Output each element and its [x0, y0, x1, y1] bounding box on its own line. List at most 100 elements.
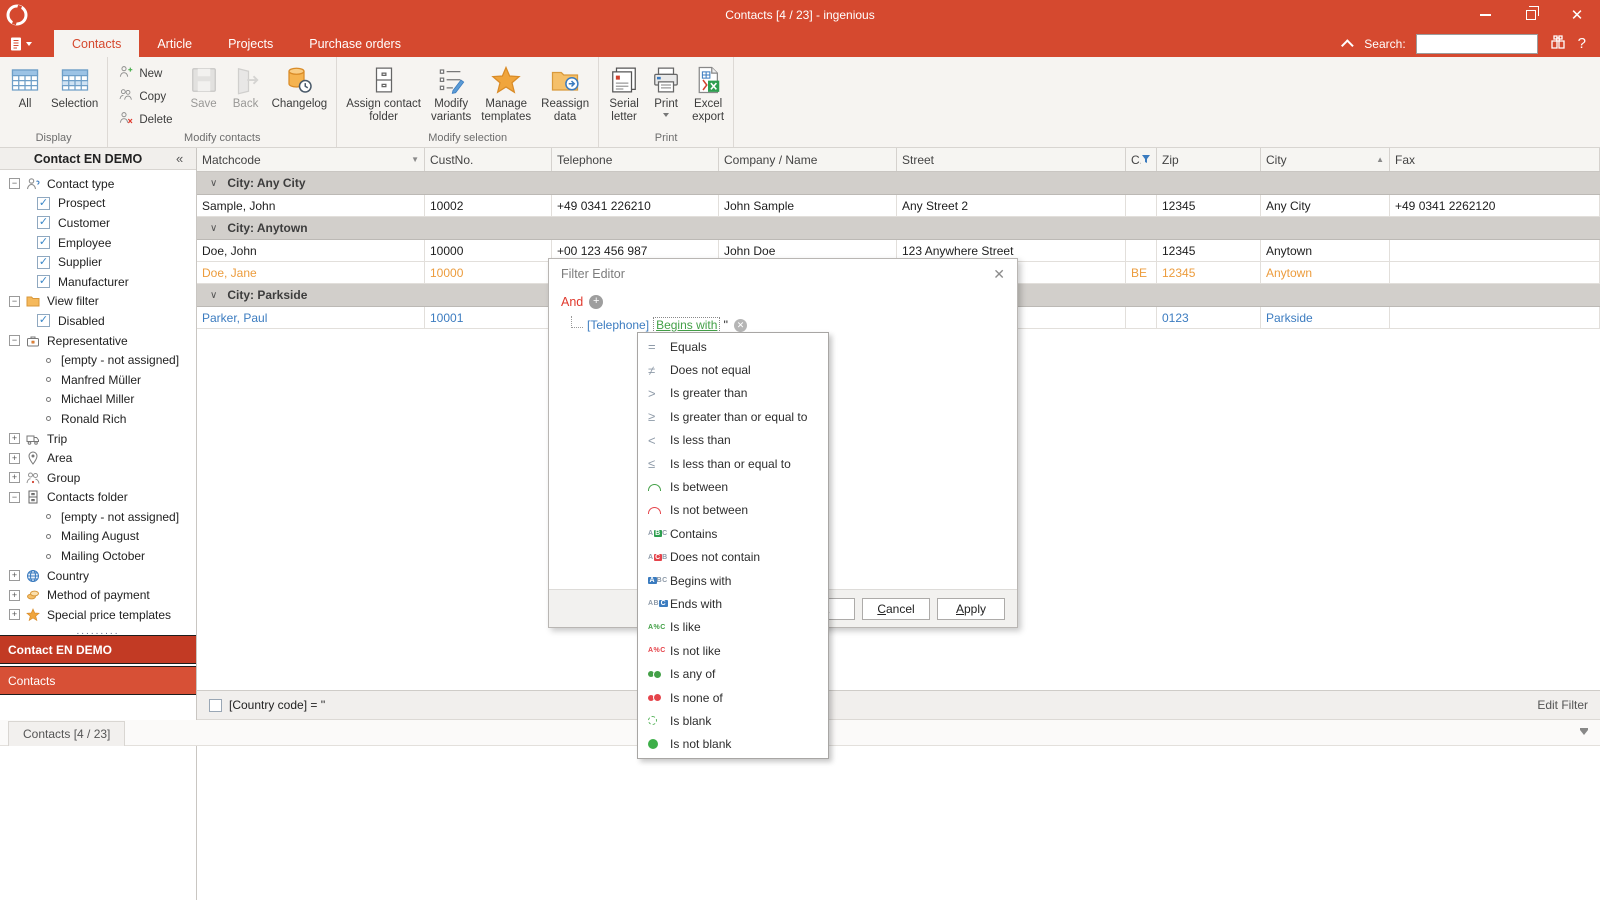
sidebar-item-view-filter[interactable]: −View filter: [0, 292, 196, 312]
sidebar-item-group[interactable]: +Group: [0, 468, 196, 488]
edit-filter-link[interactable]: Edit Filter: [1537, 698, 1588, 712]
close-button[interactable]: ✕: [1554, 0, 1600, 30]
expand-icon[interactable]: +: [9, 590, 20, 601]
column-header-fax[interactable]: Fax: [1390, 148, 1600, 171]
tab-list-dropdown-icon[interactable]: [1580, 730, 1588, 735]
column-header-matchcode[interactable]: Matchcode▼: [197, 148, 425, 171]
menu-item-contains[interactable]: ABCContains: [638, 522, 828, 545]
sidebar-item-michael-miller[interactable]: Michael Miller: [0, 390, 196, 410]
group-collapse-icon[interactable]: ∨: [210, 290, 217, 301]
collapse-icon[interactable]: −: [9, 335, 20, 346]
help-button[interactable]: ?: [1578, 35, 1586, 52]
checkbox-prospect[interactable]: ✓: [37, 197, 50, 210]
sidebar-collapse-icon[interactable]: «: [176, 151, 196, 166]
column-header-custno[interactable]: CustNo.: [425, 148, 552, 171]
filter-enable-checkbox[interactable]: [209, 699, 222, 712]
collapse-icon[interactable]: −: [9, 492, 20, 503]
condition-value[interactable]: '': [723, 318, 728, 332]
search-input[interactable]: [1416, 34, 1538, 54]
column-dropdown-icon[interactable]: ▼: [411, 155, 419, 164]
new-button[interactable]: New: [112, 62, 178, 85]
add-condition-icon[interactable]: +: [589, 295, 603, 309]
menu-item-is-blank[interactable]: Is blank: [638, 709, 828, 732]
tab-purchase-orders[interactable]: Purchase orders: [291, 30, 419, 57]
checkbox-disabled[interactable]: ✓: [37, 314, 50, 327]
sidebar-item-manufacturer[interactable]: ✓Manufacturer: [0, 272, 196, 292]
menu-item-is-not-blank[interactable]: Is not blank: [638, 733, 828, 756]
main-menu-button[interactable]: [0, 30, 40, 57]
checkbox-customer[interactable]: ✓: [37, 216, 50, 229]
reassign-data-button[interactable]: Reassign data: [536, 59, 594, 131]
sidebar-item-contact-type[interactable]: −Contact type: [0, 174, 196, 194]
sidebar-item-employee[interactable]: ✓Employee: [0, 233, 196, 253]
condition-field-link[interactable]: [Telephone]: [587, 318, 649, 332]
checkbox-supplier[interactable]: ✓: [37, 256, 50, 269]
expand-icon[interactable]: +: [9, 472, 20, 483]
restore-button[interactable]: [1508, 0, 1554, 30]
menu-item-is-less-than-or-equal-to[interactable]: ≤Is less than or equal to: [638, 452, 828, 475]
tab-contacts[interactable]: Contacts: [54, 30, 139, 57]
sidebar-item-mailing-august[interactable]: Mailing August: [0, 527, 196, 547]
copy-button[interactable]: Copy: [112, 85, 178, 108]
group-collapse-icon[interactable]: ∨: [210, 178, 217, 189]
expand-icon[interactable]: +: [9, 453, 20, 464]
menu-item-is-greater-than-or-equal-to[interactable]: ≥Is greater than or equal to: [638, 405, 828, 428]
remove-condition-icon[interactable]: ✕: [734, 319, 747, 332]
expand-icon[interactable]: +: [9, 570, 20, 581]
collapse-icon[interactable]: −: [9, 296, 20, 307]
menu-item-is-between[interactable]: Is between: [638, 475, 828, 498]
column-header-zip[interactable]: Zip: [1157, 148, 1261, 171]
sidebar-item-empty-not-assigned[interactable]: [empty - not assigned]: [0, 507, 196, 527]
sidebar-item-empty-not-assigned[interactable]: [empty - not assigned]: [0, 350, 196, 370]
sidebar-item-mailing-october[interactable]: Mailing October: [0, 546, 196, 566]
group-operator-link[interactable]: And: [561, 295, 583, 309]
sidebar-item-customer[interactable]: ✓Customer: [0, 213, 196, 233]
condition-operator-link[interactable]: Begins with: [653, 317, 720, 333]
expand-icon[interactable]: +: [9, 609, 20, 620]
group-collapse-icon[interactable]: ∨: [210, 223, 217, 234]
group-row-city-anytown[interactable]: ∨City: Anytown: [197, 217, 1600, 240]
menu-item-does-not-equal[interactable]: ≠Does not equal: [638, 358, 828, 381]
excel-export-button[interactable]: Excel export: [687, 59, 729, 131]
sidebar-item-special-price-templates[interactable]: +Special price templates: [0, 605, 196, 625]
column-header-street[interactable]: Street: [897, 148, 1126, 171]
menu-item-is-any-of[interactable]: Is any of: [638, 662, 828, 685]
minimize-button[interactable]: [1462, 0, 1508, 30]
tab-article[interactable]: Article: [139, 30, 210, 57]
tab-projects[interactable]: Projects: [210, 30, 291, 57]
menu-item-is-not-like[interactable]: A%CIs not like: [638, 639, 828, 662]
sidebar-item-trip[interactable]: +Trip: [0, 429, 196, 449]
filter-funnel-icon[interactable]: [1141, 153, 1151, 167]
dialog-title-bar[interactable]: Filter Editor ✕: [549, 259, 1017, 289]
group-row-city-any-city[interactable]: ∨City: Any City: [197, 172, 1600, 195]
column-header-city[interactable]: City▲: [1261, 148, 1390, 171]
menu-item-equals[interactable]: =Equals: [638, 335, 828, 358]
sidebar-item-representative[interactable]: −Representative: [0, 331, 196, 351]
menu-item-does-not-contain[interactable]: ACBDoes not contain: [638, 546, 828, 569]
delete-button[interactable]: Delete: [112, 108, 178, 131]
table-row-sample-john[interactable]: Sample, John10002+49 0341 226210John Sam…: [197, 195, 1600, 217]
changelog-button[interactable]: Changelog: [267, 59, 333, 131]
sidebar-item-contacts-folder[interactable]: −Contacts folder: [0, 488, 196, 508]
menu-item-is-like[interactable]: A%CIs like: [638, 616, 828, 639]
serial-letter-button[interactable]: Serial letter: [603, 59, 645, 131]
apply-button[interactable]: Apply: [937, 598, 1005, 620]
sidebar-item-method-of-payment[interactable]: +Method of payment: [0, 585, 196, 605]
sidebar-item-prospect[interactable]: ✓Prospect: [0, 194, 196, 214]
collapse-ribbon-icon[interactable]: [1341, 39, 1354, 52]
column-header-telephone[interactable]: Telephone: [552, 148, 719, 171]
panel-selector-contacts[interactable]: Contacts: [0, 666, 196, 695]
sidebar-item-supplier[interactable]: ✓Supplier: [0, 252, 196, 272]
menu-item-is-greater-than[interactable]: >Is greater than: [638, 382, 828, 405]
menu-item-is-none-of[interactable]: Is none of: [638, 686, 828, 709]
sidebar-item-country[interactable]: +Country: [0, 566, 196, 586]
menu-item-is-less-than[interactable]: <Is less than: [638, 429, 828, 452]
sidebar-item-manfred-m-ller[interactable]: Manfred Müller: [0, 370, 196, 390]
modify-variants-button[interactable]: Modify variants: [426, 59, 476, 131]
panel-selector-contact-en-demo[interactable]: Contact EN DEMO: [0, 635, 196, 664]
dialog-close-icon[interactable]: ✕: [993, 266, 1005, 283]
sidebar-item-disabled[interactable]: ✓Disabled: [0, 311, 196, 331]
all-button[interactable]: All: [4, 59, 46, 131]
print-button[interactable]: Print: [645, 59, 687, 131]
manage-templates-button[interactable]: Manage templates: [476, 59, 536, 131]
